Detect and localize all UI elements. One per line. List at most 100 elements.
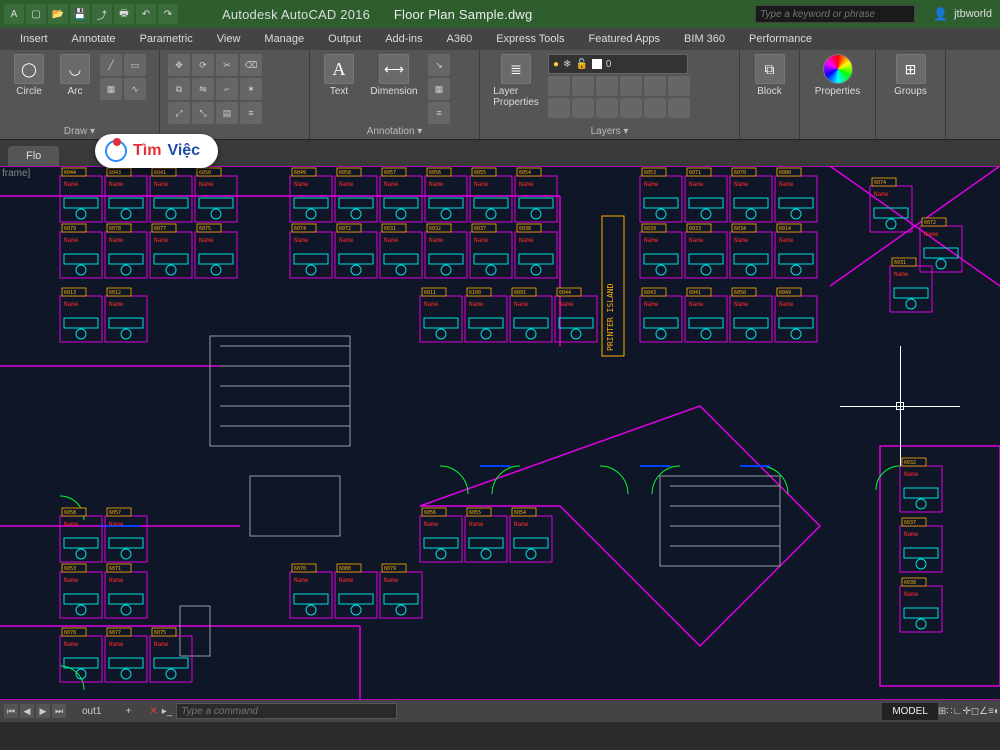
svg-text:Name: Name (779, 181, 794, 188)
app-title: Autodesk AutoCAD 2016 Floor Plan Sample.… (182, 7, 755, 22)
rotate-icon[interactable]: ⟳ (192, 54, 214, 76)
document-tab[interactable]: Flo (8, 146, 59, 166)
rect-icon[interactable]: ▭ (124, 54, 146, 76)
svg-text:Name: Name (514, 521, 529, 528)
layprv-icon[interactable] (668, 76, 690, 96)
tool-text-label: Text (330, 86, 348, 97)
tool-block[interactable]: ⧉Block (748, 54, 791, 97)
tab-view[interactable]: View (205, 33, 253, 45)
model-space-button[interactable]: MODEL (882, 703, 938, 720)
svg-text:Name: Name (689, 301, 704, 308)
plot-icon[interactable]: 🖶 (114, 4, 134, 24)
laycur-icon[interactable] (644, 98, 666, 118)
tab-annotate[interactable]: Annotate (60, 33, 128, 45)
search-input[interactable] (755, 5, 915, 23)
tab-insert[interactable]: Insert (8, 33, 60, 45)
tool-layer-properties[interactable]: ≣Layer Properties (488, 54, 544, 108)
new-icon[interactable]: ▢ (26, 4, 46, 24)
table-icon[interactable]: ▦ (428, 78, 450, 100)
tool-dimension[interactable]: ⟷Dimension (364, 54, 424, 97)
panel-layers-title[interactable]: Layers ▾ (488, 124, 731, 137)
nav-first-icon[interactable]: ⏮ (4, 704, 18, 718)
open-icon[interactable]: 📂 (48, 4, 68, 24)
spline-icon[interactable]: ∿ (124, 78, 146, 100)
trim-icon[interactable]: ✂ (216, 54, 238, 76)
svg-text:6043: 6043 (109, 170, 121, 176)
tool-groups[interactable]: ⊞Groups (884, 54, 937, 97)
layoff-icon[interactable] (548, 76, 570, 96)
leader-icon[interactable]: ↘ (428, 54, 450, 76)
saveas-icon[interactable]: ⤴ (92, 4, 112, 24)
drawing-canvas[interactable]: frame] 6044Name (0, 166, 1000, 700)
lock-icon: 🔓 (575, 59, 587, 70)
laystate-icon[interactable] (668, 98, 690, 118)
copy-icon[interactable]: ⧉ (168, 78, 190, 100)
explode-icon[interactable]: ✶ (240, 78, 262, 100)
layulk-icon[interactable] (620, 98, 642, 118)
nav-prev-icon[interactable]: ◀ (20, 704, 34, 718)
svg-text:Name: Name (644, 237, 659, 244)
layon-icon[interactable] (548, 98, 570, 118)
erase-icon[interactable]: ⌫ (240, 54, 262, 76)
freeze-icon: ❄ (563, 59, 571, 70)
tab-output[interactable]: Output (316, 33, 373, 45)
otrack-icon[interactable]: ∠ (979, 706, 988, 717)
tool-text[interactable]: AText (318, 54, 360, 97)
grid-icon[interactable]: ⊞ (938, 706, 946, 717)
tab-addins[interactable]: Add-ins (373, 33, 434, 45)
current-layer-combo[interactable]: ●❄🔓0 (548, 54, 688, 74)
svg-text:6078: 6078 (109, 226, 121, 232)
tab-bim360[interactable]: BIM 360 (672, 33, 737, 45)
tab-a360[interactable]: A360 (435, 33, 485, 45)
tab-parametric[interactable]: Parametric (128, 33, 205, 45)
laymch-icon[interactable] (644, 76, 666, 96)
nav-next-icon[interactable]: ▶ (36, 704, 50, 718)
osnap-icon[interactable]: ◻ (971, 706, 979, 717)
ribbon: ◯Circle ◡Arc ╱▭ ▦∿ Draw ▾ ✥⟳✂⌫ ⧉⇋⌐✶ ⤢⤡▤≡… (0, 50, 1000, 140)
tool-arc[interactable]: ◡Arc (54, 54, 96, 97)
transparency-icon[interactable]: ◐ (994, 706, 1000, 717)
undo-icon[interactable]: ↶ (136, 4, 156, 24)
svg-text:6075: 6075 (199, 226, 211, 232)
ortho-icon[interactable]: ∟ (953, 706, 963, 717)
svg-text:6079: 6079 (384, 566, 396, 572)
cmd-close-icon[interactable]: ✕ (149, 706, 157, 717)
layfrz-icon[interactable] (596, 76, 618, 96)
mirror-icon[interactable]: ⇋ (192, 78, 214, 100)
watermark-badge: TìmViệc (95, 134, 218, 168)
layout-tab-bar: ⏮◀▶⏭ out1 + ✕ ▸_ MODEL ⊞ ∷ ∟ ✛ ◻ ∠ ≡ ◐ (0, 700, 1000, 722)
scale-icon[interactable]: ⤡ (192, 102, 214, 124)
fillet-icon[interactable]: ⌐ (216, 78, 238, 100)
tab-express[interactable]: Express Tools (484, 33, 576, 45)
redo-icon[interactable]: ↷ (158, 4, 178, 24)
layout-nav[interactable]: ⏮◀▶⏭ (0, 704, 70, 718)
tool-circle[interactable]: ◯Circle (8, 54, 50, 97)
offset-icon[interactable]: ≡ (240, 102, 262, 124)
stretch-icon[interactable]: ⤢ (168, 102, 190, 124)
layuniso-icon[interactable] (572, 98, 594, 118)
laythw-icon[interactable] (596, 98, 618, 118)
laylck-icon[interactable] (620, 76, 642, 96)
polar-icon[interactable]: ✛ (962, 706, 970, 717)
polyline-icon[interactable]: ╱ (100, 54, 122, 76)
move-icon[interactable]: ✥ (168, 54, 190, 76)
layiso-icon[interactable] (572, 76, 594, 96)
tab-performance[interactable]: Performance (737, 33, 824, 45)
save-icon[interactable]: 💾 (70, 4, 90, 24)
layout-add[interactable]: + (113, 706, 143, 717)
mtext-icon[interactable]: ≡ (428, 102, 450, 124)
hatch-icon[interactable]: ▦ (100, 78, 122, 100)
svg-text:6031: 6031 (384, 226, 396, 232)
panel-annotation-title[interactable]: Annotation ▾ (318, 124, 471, 137)
app-menu-icon[interactable]: A (4, 4, 24, 24)
tool-properties[interactable]: Properties (808, 54, 867, 97)
panel-block: ⧉Block (740, 50, 800, 139)
array-icon[interactable]: ▤ (216, 102, 238, 124)
command-input[interactable] (176, 703, 397, 719)
user-area[interactable]: 👤 jtbworld (925, 7, 1000, 21)
layout-tab[interactable]: out1 (70, 706, 113, 717)
svg-text:Name: Name (689, 237, 704, 244)
nav-last-icon[interactable]: ⏭ (52, 704, 66, 718)
tab-manage[interactable]: Manage (252, 33, 316, 45)
tab-featured[interactable]: Featured Apps (576, 33, 672, 45)
